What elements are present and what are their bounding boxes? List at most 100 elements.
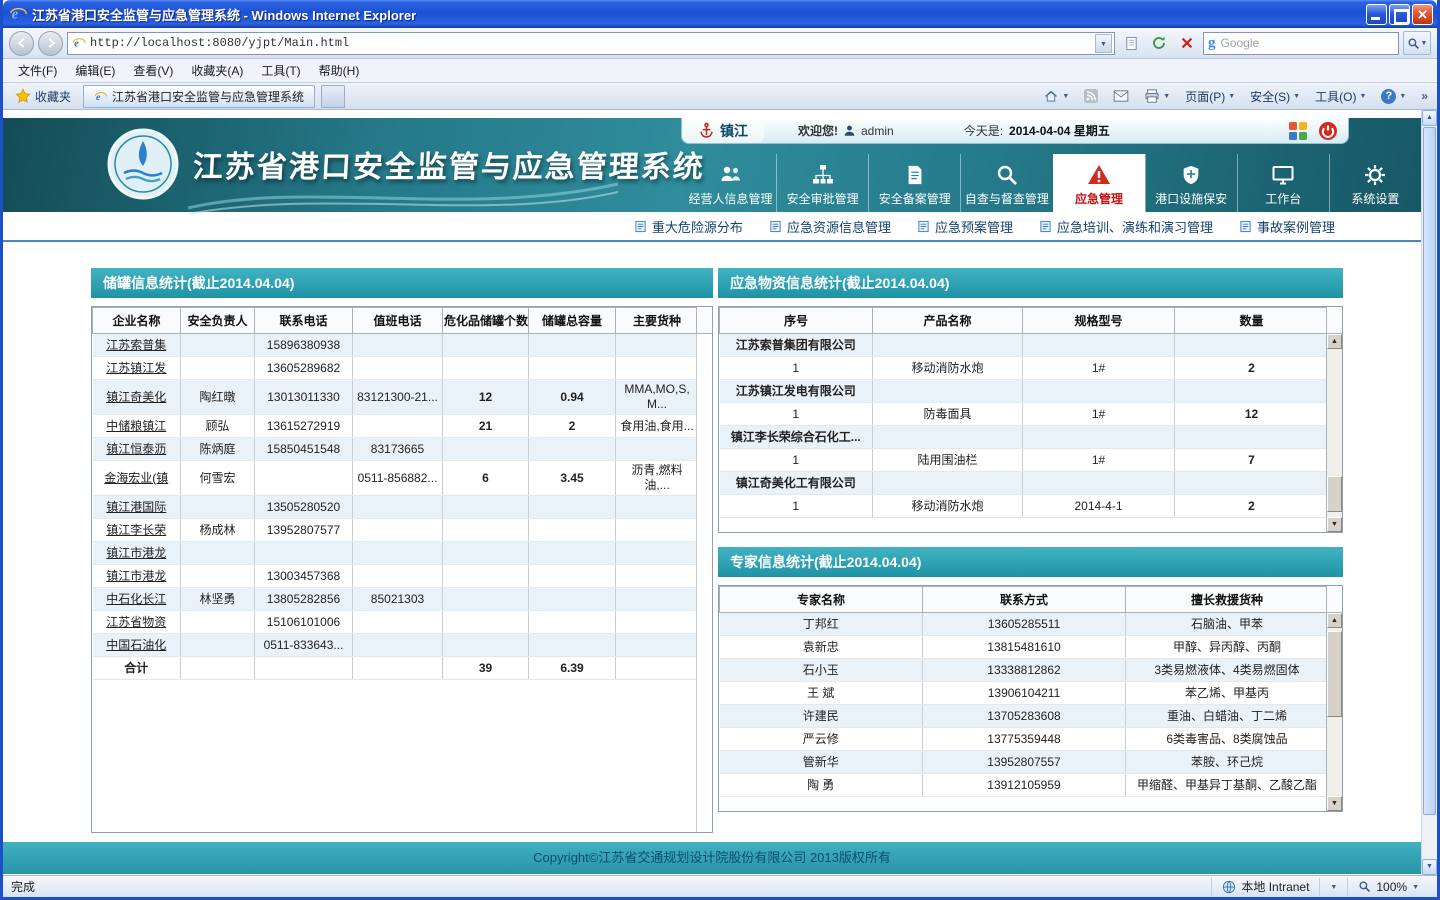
scrollbar-thumb[interactable] [1423,127,1436,815]
company-link[interactable]: 镇江港国际 [92,495,181,519]
table-row: 镇江李长荣 杨成林 13952807577 [92,518,699,542]
subnav-item[interactable]: 事故案例管理 [1239,217,1335,236]
mail-button[interactable] [1110,88,1132,104]
scrollbar-thumb[interactable] [1327,631,1342,717]
table-cell [352,610,443,634]
refresh-button[interactable] [1147,31,1171,55]
compatibility-view-icon[interactable] [1119,31,1143,55]
nav-item-workbench[interactable]: 工作台 [1236,154,1329,212]
supplies-scrollbar[interactable]: ▲ ▼ [1326,334,1342,532]
column-header: 联系方式 [922,586,1126,613]
table-cell: 甲缩醛、甲基异丁基酮、乙酸乙酯 [1125,773,1329,797]
menu-item[interactable]: 查看(V) [124,59,182,82]
table-row: 镇江港国际 13505280520 [92,495,699,519]
tools-menu-button[interactable]: 工具(O) [1312,86,1369,107]
company-link[interactable]: 镇江市港龙 [92,541,181,565]
scroll-down-arrow[interactable]: ▼ [1327,796,1342,811]
page-menu-button[interactable]: 页面(P) [1182,86,1238,107]
back-button[interactable] [9,30,34,56]
table-row: 1 陆用围油栏 1# 7 [719,448,1329,472]
safety-menu-button[interactable]: 安全(S) [1247,86,1303,107]
nav-item-safety-record[interactable]: 安全备案管理 [868,154,960,212]
company-link[interactable]: 江苏索普集 [92,333,181,357]
scroll-up-arrow[interactable]: ▲ [1422,110,1437,126]
subnav-item[interactable]: 应急培训、演练和演习管理 [1039,217,1213,236]
subnav-item[interactable]: 重大危险源分布 [634,217,743,236]
help-button[interactable]: ? [1378,87,1409,106]
nav-label: 工作台 [1265,192,1302,206]
company-link[interactable]: 中石化长江 [92,587,181,611]
company-link[interactable]: 镇江李长荣 [92,518,181,542]
forward-button[interactable] [38,30,63,56]
scroll-up-arrow[interactable]: ▲ [1327,334,1342,349]
minimize-button[interactable] [1366,3,1387,25]
scroll-down-arrow[interactable]: ▼ [1422,859,1437,875]
table-row: 中石化长江 林坚勇 13805282856 85021303 [92,587,699,611]
stop-button[interactable] [1175,31,1199,55]
table-cell [1174,471,1329,495]
company-link[interactable]: 江苏镇江发 [92,356,181,380]
experts-scrollbar[interactable]: ▲ ▼ [1326,613,1342,811]
favorites-label: 收藏夹 [35,89,72,104]
company-link[interactable]: 江苏省物资 [92,610,181,634]
company-link[interactable]: 金海宏业(镇 [92,460,181,496]
date-label: 今天是: [963,124,1004,138]
scroll-down-arrow[interactable]: ▼ [1327,517,1342,532]
theme-icon[interactable] [1288,121,1308,141]
nav-item-self-inspection[interactable]: 自查与督查管理 [960,154,1052,212]
table-cell: 镇江奇美化工有限公司 [719,471,873,495]
company-link[interactable]: 镇江奇美化 [92,379,181,415]
document-small-icon [634,220,647,233]
nav-item-operator-info[interactable]: 经营人信息管理 [685,154,776,212]
table-cell: MMA,MO,S,M... [615,379,699,415]
nav-item-emergency-management[interactable]: 应急管理 [1052,154,1145,212]
close-button[interactable] [1412,3,1433,25]
address-bar[interactable]: e http://localhost:8080/yjpt/Main.html [67,31,1115,55]
shield-icon [1180,159,1202,187]
favorites-button[interactable]: 收藏夹 [9,86,77,107]
subnav-item[interactable]: 应急预案管理 [917,217,1013,236]
status-options-button[interactable] [1319,877,1347,896]
company-link[interactable]: 中国石油化 [92,633,181,657]
table-cell [442,610,529,634]
subnav-item[interactable]: 应急资源信息管理 [769,217,891,236]
table-cell [442,587,529,611]
table-cell [352,564,443,588]
menu-item[interactable]: 编辑(E) [66,59,124,82]
scrollbar-thumb[interactable] [1327,476,1342,512]
feeds-button[interactable] [1081,87,1101,105]
page-scrollbar[interactable]: ▲ ▼ [1421,110,1437,875]
table-cell: 83173665 [352,437,443,461]
nav-item-safety-approval[interactable]: 安全审批管理 [776,154,868,212]
user-icon [843,124,856,137]
menu-item[interactable]: 帮助(H) [310,59,369,82]
home-button[interactable] [1040,87,1072,106]
table-cell: 13906104211 [922,681,1126,705]
table-cell: 3.45 [528,460,616,496]
welcome-label: 欢迎您! [798,124,838,138]
tanks-scrollbar[interactable] [696,334,712,832]
address-dropdown[interactable] [1095,33,1112,53]
search-box[interactable]: g Google [1203,31,1399,55]
menu-item[interactable]: 文件(F) [9,59,66,82]
scroll-up-arrow[interactable]: ▲ [1327,613,1342,628]
company-link[interactable]: 镇江市港龙 [92,564,181,588]
nav-item-port-security[interactable]: 港口设施保安 [1144,154,1237,212]
toolbar-overflow-button[interactable]: » [1418,87,1431,105]
company-link[interactable]: 镇江恒泰沥 [92,437,181,461]
nav-label: 安全审批管理 [786,192,859,206]
menu-item[interactable]: 收藏夹(A) [182,59,252,82]
menu-item[interactable]: 工具(T) [252,59,309,82]
nav-item-system-settings[interactable]: 系统设置 [1328,154,1421,212]
browser-tab[interactable]: e 江苏省港口安全监管与应急管理系统 [83,84,316,108]
search-dropdown-icon[interactable] [1421,34,1428,52]
table-cell [528,333,616,357]
search-button[interactable] [1403,31,1431,55]
print-button[interactable] [1141,87,1173,105]
company-link[interactable]: 中储粮镇江 [92,414,181,438]
table-cell: 7 [1174,448,1329,472]
new-tab-button[interactable] [321,84,346,108]
maximize-button[interactable] [1389,3,1410,25]
logout-power-icon[interactable] [1318,121,1338,141]
zoom-control[interactable]: 100% [1347,877,1429,896]
